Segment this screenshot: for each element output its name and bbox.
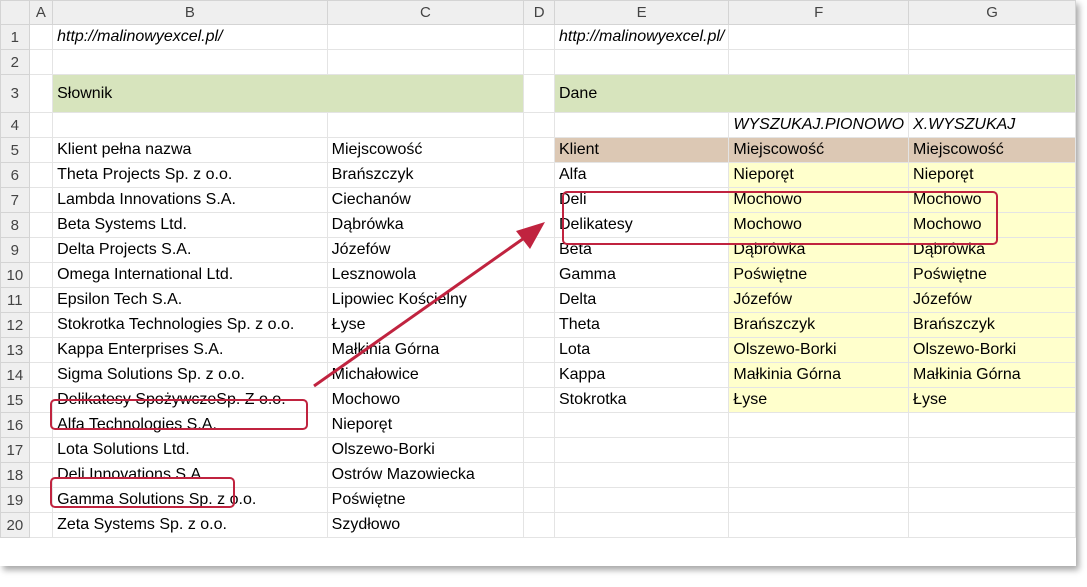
arrow-annotation bbox=[313, 222, 545, 388]
spreadsheet: A B C D E F G 1 http://malinowyexcel.pl/… bbox=[0, 0, 1076, 566]
